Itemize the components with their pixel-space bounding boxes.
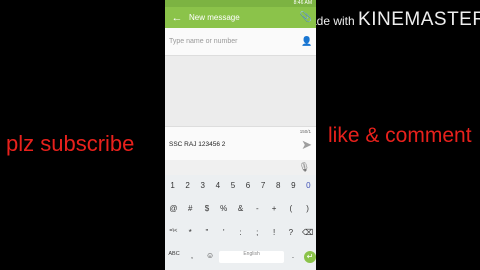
key[interactable]: * [182,228,199,237]
recipient-placeholder: Type name or number [169,38,238,45]
backspace-icon[interactable]: ⌫ [299,228,316,237]
key[interactable]: @ [165,204,182,213]
key[interactable]: ) [299,204,316,213]
send-icon[interactable]: ➤ [301,137,312,153]
key[interactable]: 3 [195,181,210,190]
add-contact-icon[interactable]: 👤 [298,36,316,47]
key[interactable]: 7 [256,181,271,190]
keyboard-row-symbols: @ # $ % & - + ( ) [165,204,316,213]
compose-box[interactable]: 150/1 SSC RAJ 123456 2 ➤ [165,126,316,161]
recipient-field[interactable]: Type name or number 👤 [165,28,316,56]
space-key[interactable]: English [219,251,284,263]
key[interactable]: % [215,204,232,213]
key[interactable]: # [182,204,199,213]
key[interactable]: + [266,204,283,213]
key[interactable]: =\< [165,228,182,237]
key[interactable]: $ [199,204,216,213]
key[interactable]: . [284,251,302,263]
char-counter: 150/1 [299,129,311,134]
key[interactable]: 8 [271,181,286,190]
page-title: New message [189,13,240,22]
keyboard: 1 2 3 4 5 6 7 8 9 0 @ # $ % & - + ( ) =\… [165,175,316,270]
key[interactable]: 5 [225,181,240,190]
key[interactable]: , [183,251,201,263]
mic-icon[interactable]: 🎙 [299,162,310,173]
back-arrow-icon[interactable]: ← [165,12,189,24]
key[interactable]: 1 [165,181,180,190]
key[interactable]: ? [282,228,299,237]
key[interactable]: 4 [210,181,225,190]
emoji-icon[interactable]: ☺ [201,251,219,263]
voice-bar: 🎙 [165,160,316,175]
key[interactable]: ( [282,204,299,213]
watermark-brand: KINEMASTER [358,9,480,30]
kinemaster-watermark: Made with KINEMASTER [300,9,480,31]
key[interactable]: ' [215,228,232,237]
conversation-area [165,56,316,127]
phone-screen: 8:46 AM ← New message 📎 Type name or num… [165,0,316,270]
subscribe-caption: plz subscribe [6,131,135,156]
attach-icon[interactable]: 📎 [296,12,316,23]
key[interactable]: & [232,204,249,213]
key[interactable]: : [232,228,249,237]
key[interactable]: - [249,204,266,213]
enter-icon[interactable]: ↵ [304,251,316,263]
key[interactable]: ! [266,228,283,237]
keyboard-row-bottom: ABC , ☺ English . ↵ [165,251,316,263]
keyboard-row-numbers: 1 2 3 4 5 6 7 8 9 0 [165,181,316,190]
key[interactable]: 0 [301,181,316,190]
message-input[interactable]: SSC RAJ 123456 2 [169,141,225,148]
key[interactable]: 2 [180,181,195,190]
keyboard-row-punct: =\< * " ' : ; ! ? ⌫ [165,228,316,237]
key[interactable]: " [199,228,216,237]
status-time: 8:46 AM [293,0,312,6]
abc-key[interactable]: ABC [165,251,183,263]
like-comment-caption: like & comment [328,124,472,147]
app-bar: ← New message 📎 [165,7,316,28]
key[interactable]: 6 [240,181,255,190]
status-bar: 8:46 AM [165,0,316,7]
key[interactable]: ; [249,228,266,237]
key[interactable]: 9 [286,181,301,190]
